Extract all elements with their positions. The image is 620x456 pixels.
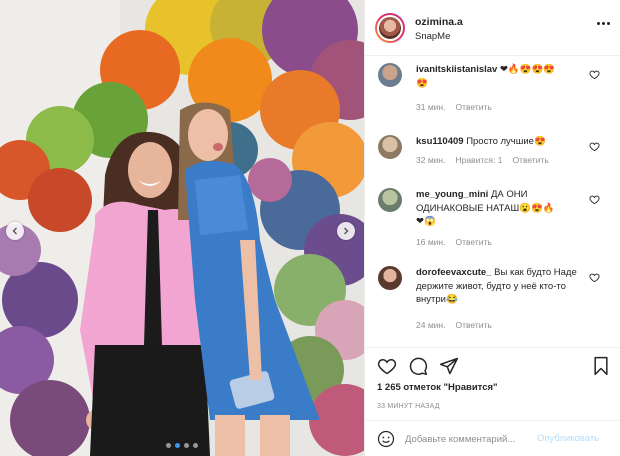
reply-button[interactable]: Ответить <box>455 102 491 112</box>
commenter-avatar[interactable] <box>378 188 402 212</box>
comment-time: 31 мин. <box>416 102 446 112</box>
likes-count[interactable]: 1 265 отметок "Нравится" <box>377 382 498 393</box>
reply-button[interactable]: Ответить <box>455 320 491 330</box>
comment-item: me_young_mini ДА ОНИ ОДИНАКОВЫЕ НАТАШ😮😍🔥… <box>365 182 620 254</box>
photo-illustration <box>0 0 364 456</box>
comment-body: me_young_mini ДА ОНИ ОДИНАКОВЫЕ НАТАШ😮😍🔥… <box>416 188 584 229</box>
chevron-left-icon <box>12 227 17 235</box>
comment-item: ivanitskiistanislav ❤🔥😍😍😍 😍 31 мин. Отве… <box>365 57 620 119</box>
instagram-post-view: ozimina.a SnapMe ivanitskiistanislav ❤🔥😍… <box>0 0 620 456</box>
add-comment-bar: Опубликовать <box>365 420 620 456</box>
comment-item: ksu110409 Просто лучшие😍 32 мин. Нравитс… <box>365 129 620 177</box>
chevron-right-icon <box>344 227 349 235</box>
commenter-avatar[interactable] <box>378 266 402 290</box>
comment-username[interactable]: me_young_mini <box>416 189 488 200</box>
comment-time: 24 мин. <box>416 320 446 330</box>
next-slide-button[interactable] <box>337 222 355 240</box>
comment-body: ivanitskiistanislav ❤🔥😍😍😍 😍 <box>416 63 584 90</box>
comment-body: dorofeevaxcute_ Вы как будто Наде держит… <box>416 266 584 307</box>
comment-icon[interactable] <box>408 356 428 376</box>
comment-text: Просто лучшие😍 <box>466 136 546 147</box>
reply-button[interactable]: Ответить <box>455 237 491 247</box>
bookmark-icon[interactable] <box>591 356 611 376</box>
heart-icon[interactable] <box>589 141 600 152</box>
comment-username[interactable]: ksu110409 <box>416 136 464 147</box>
comments-list: ivanitskiistanislav ❤🔥😍😍😍 😍 31 мин. Отве… <box>365 57 620 347</box>
author-avatar[interactable] <box>375 13 405 43</box>
reply-button[interactable]: Ответить <box>512 155 548 165</box>
commenter-avatar[interactable] <box>378 135 402 159</box>
heart-icon[interactable] <box>377 356 397 376</box>
heart-icon[interactable] <box>589 194 600 205</box>
smiley-icon[interactable] <box>377 430 395 448</box>
comment-item: dorofeevaxcute_ Вы как будто Наде держит… <box>365 260 620 340</box>
comment-username[interactable]: dorofeevaxcute_ <box>416 267 492 278</box>
heart-icon[interactable] <box>589 69 600 80</box>
carousel-indicator <box>166 443 198 448</box>
comment-username[interactable]: ivanitskiistanislav <box>416 64 497 75</box>
post-timestamp[interactable]: 33 МИНУТ НАЗАД <box>377 403 440 410</box>
more-dots-icon[interactable] <box>597 22 610 25</box>
author-username[interactable]: ozimina.a <box>415 16 463 28</box>
comment-meta: 16 мин. Ответить <box>416 237 492 247</box>
heart-icon[interactable] <box>589 272 600 283</box>
post-side-panel: ozimina.a SnapMe ivanitskiistanislav ❤🔥😍… <box>364 0 620 456</box>
carousel-dot <box>166 443 171 448</box>
carousel-dot-active <box>175 443 180 448</box>
post-location[interactable]: SnapMe <box>415 31 450 42</box>
comment-meta: 31 мин. Ответить <box>416 102 492 112</box>
comment-input[interactable] <box>405 430 555 448</box>
comment-meta: 24 мин. Ответить <box>416 320 492 330</box>
comment-meta: 32 мин. Нравится: 1 Ответить <box>416 155 549 165</box>
carousel-dot <box>184 443 189 448</box>
commenter-avatar[interactable] <box>378 63 402 87</box>
previous-slide-button[interactable] <box>6 222 24 240</box>
post-header: ozimina.a SnapMe <box>365 0 620 56</box>
comment-time: 16 мин. <box>416 237 446 247</box>
carousel-dot <box>193 443 198 448</box>
comment-time: 32 мин. <box>416 155 446 165</box>
comment-body: ksu110409 Просто лучшие😍 <box>416 135 584 149</box>
comment-likes-button[interactable]: Нравится: 1 <box>455 155 502 165</box>
publish-button[interactable]: Опубликовать <box>537 433 599 444</box>
post-photo[interactable] <box>0 0 364 456</box>
paper-plane-icon[interactable] <box>439 356 459 376</box>
